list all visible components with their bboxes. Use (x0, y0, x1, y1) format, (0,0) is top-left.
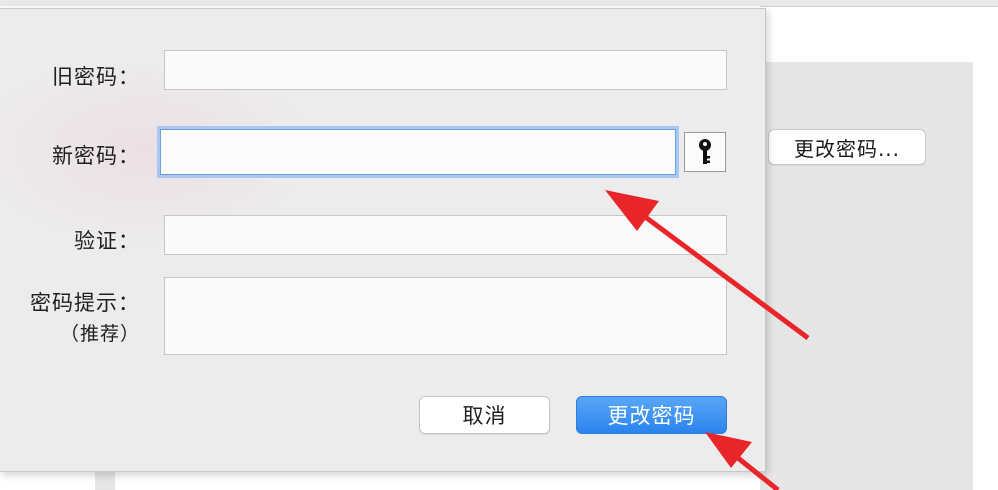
new-password-label: 新密码： (52, 144, 140, 168)
verify-field[interactable] (164, 215, 727, 255)
background-panel-edge (95, 470, 115, 490)
new-password-field[interactable] (160, 129, 676, 175)
change-password-dialog: 旧密码： 新密码： 验证： 密码提示： （推荐） 取消 更改密码 (0, 8, 766, 472)
password-assistant-button[interactable] (684, 132, 726, 172)
hint-sublabel: （推荐） (59, 323, 140, 345)
change-password-button[interactable]: 更改密码 (576, 396, 727, 434)
background-divider (760, 6, 998, 7)
old-password-field[interactable] (164, 50, 727, 90)
background-change-password-button[interactable]: 更改密码... (768, 129, 926, 165)
hint-field[interactable] (164, 277, 727, 355)
verify-label: 验证： (74, 229, 140, 253)
cancel-button[interactable]: 取消 (419, 396, 550, 434)
background-panel (760, 62, 973, 490)
old-password-label: 旧密码： (52, 65, 140, 89)
hint-label: 密码提示： (30, 291, 140, 315)
key-icon (699, 139, 711, 164)
